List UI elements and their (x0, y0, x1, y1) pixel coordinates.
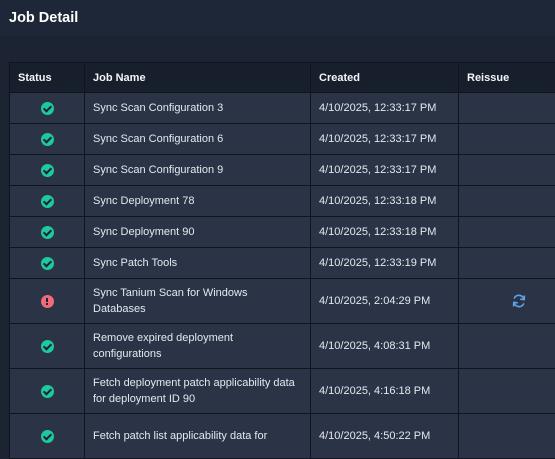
page-header: Job Detail (0, 0, 555, 36)
status-cell (10, 124, 85, 155)
status-cell (10, 414, 85, 459)
page-title: Job Detail (9, 10, 78, 26)
table-row[interactable]: Sync Deployment 904/10/2025, 12:33:18 PM (10, 217, 555, 248)
check-circle-icon (41, 226, 54, 239)
job-name-cell: Sync Scan Configuration 9 (85, 155, 311, 186)
column-header-reissue[interactable]: Reissue (459, 63, 555, 93)
check-circle-icon (41, 133, 54, 146)
created-cell: 4/10/2025, 4:08:31 PM (311, 324, 459, 369)
status-cell (10, 248, 85, 279)
reissue-cell (459, 369, 555, 414)
column-header-created[interactable]: Created (311, 63, 459, 93)
created-cell: 4/10/2025, 12:33:17 PM (311, 93, 459, 124)
column-header-status[interactable]: Status (10, 63, 85, 93)
table-header-row: Status Job Name Created Reissue (10, 63, 555, 93)
check-circle-icon (41, 164, 54, 177)
header-spacer (0, 36, 555, 62)
status-cell (10, 186, 85, 217)
created-cell: 4/10/2025, 4:16:18 PM (311, 369, 459, 414)
created-cell: 4/10/2025, 12:33:19 PM (311, 248, 459, 279)
created-cell: 4/10/2025, 4:50:22 PM (311, 414, 459, 459)
status-cell (10, 369, 85, 414)
table-row[interactable]: Sync Scan Configuration 34/10/2025, 12:3… (10, 93, 555, 124)
exclamation-circle-icon (41, 295, 54, 308)
job-name-cell: Sync Deployment 78 (85, 186, 311, 217)
reissue-cell (459, 324, 555, 369)
job-name-cell: Sync Scan Configuration 6 (85, 124, 311, 155)
column-header-job-name[interactable]: Job Name (85, 63, 311, 93)
job-name-cell: Sync Scan Configuration 3 (85, 93, 311, 124)
table-row[interactable]: Sync Patch Tools4/10/2025, 12:33:19 PM (10, 248, 555, 279)
created-cell: 4/10/2025, 12:33:18 PM (311, 217, 459, 248)
job-name-cell: Sync Deployment 90 (85, 217, 311, 248)
table-row[interactable]: Sync Scan Configuration 94/10/2025, 12:3… (10, 155, 555, 186)
check-circle-icon (41, 102, 54, 115)
reissue-cell (459, 155, 555, 186)
status-cell (10, 279, 85, 324)
job-name-cell: Sync Tanium Scan for Windows Databases (85, 279, 311, 324)
created-cell: 4/10/2025, 2:04:29 PM (311, 279, 459, 324)
job-table: Status Job Name Created Reissue Sync Sca… (9, 62, 555, 459)
table-row[interactable]: Sync Deployment 784/10/2025, 12:33:18 PM (10, 186, 555, 217)
status-cell (10, 93, 85, 124)
job-name-cell: Fetch patch list applicability data for (85, 414, 311, 459)
job-name-cell: Fetch deployment patch applicability dat… (85, 369, 311, 414)
reissue-cell (459, 414, 555, 459)
job-name-cell: Sync Patch Tools (85, 248, 311, 279)
table-row[interactable]: Sync Scan Configuration 64/10/2025, 12:3… (10, 124, 555, 155)
created-cell: 4/10/2025, 12:33:17 PM (311, 155, 459, 186)
created-cell: 4/10/2025, 12:33:18 PM (311, 186, 459, 217)
table-row[interactable]: Fetch deployment patch applicability dat… (10, 369, 555, 414)
status-cell (10, 217, 85, 248)
reissue-cell (459, 217, 555, 248)
table-row[interactable]: Remove expired deployment configurations… (10, 324, 555, 369)
status-cell (10, 324, 85, 369)
refresh-icon[interactable] (511, 293, 527, 309)
table-row[interactable]: Sync Tanium Scan for Windows Databases4/… (10, 279, 555, 324)
check-circle-icon (41, 430, 54, 443)
job-name-cell: Remove expired deployment configurations (85, 324, 311, 369)
check-circle-icon (41, 385, 54, 398)
reissue-cell (459, 93, 555, 124)
reissue-cell (459, 248, 555, 279)
check-circle-icon (41, 257, 54, 270)
reissue-cell (459, 124, 555, 155)
table-row[interactable]: Fetch patch list applicability data for4… (10, 414, 555, 459)
check-circle-icon (41, 195, 54, 208)
reissue-cell (459, 279, 555, 324)
reissue-cell (459, 186, 555, 217)
status-cell (10, 155, 85, 186)
check-circle-icon (41, 340, 54, 353)
created-cell: 4/10/2025, 12:33:17 PM (311, 124, 459, 155)
